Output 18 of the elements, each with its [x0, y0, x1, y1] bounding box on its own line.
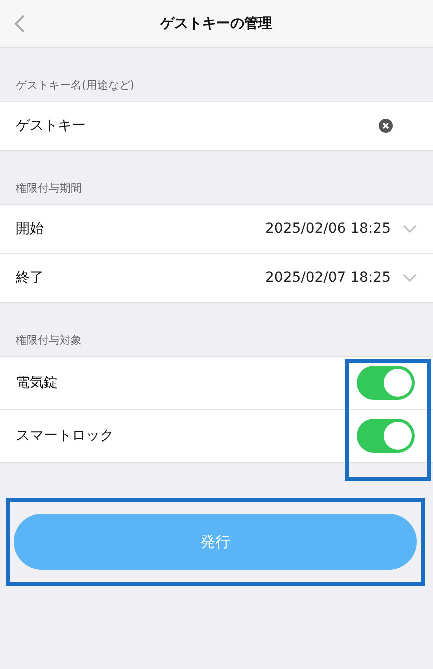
field-value: ゲストキー	[16, 117, 87, 135]
date-time-value[interactable]: 2025/02/07 18:25	[266, 270, 391, 286]
date-time-value[interactable]: 2025/02/06 18:25	[266, 221, 391, 237]
toggle-switch[interactable]	[357, 419, 415, 453]
clear-icon[interactable]	[379, 119, 393, 133]
back-icon[interactable]	[14, 15, 26, 33]
toggle-switch[interactable]	[357, 366, 415, 400]
section-label: ゲストキー名(用途など)	[15, 78, 136, 94]
chevron-down-icon[interactable]	[403, 274, 417, 282]
section-label: 権限付与対象	[15, 333, 83, 349]
row-label: 電気錠	[16, 374, 59, 392]
name-field[interactable]: ゲストキー	[0, 102, 433, 150]
row-label: 終了	[16, 269, 45, 287]
row-label: スマートロック	[16, 427, 115, 445]
row-label: 開始	[16, 220, 45, 238]
section-label: 権限付与期間	[15, 181, 83, 197]
page-title: ゲストキーの管理	[160, 14, 272, 32]
chevron-down-icon[interactable]	[403, 225, 417, 233]
